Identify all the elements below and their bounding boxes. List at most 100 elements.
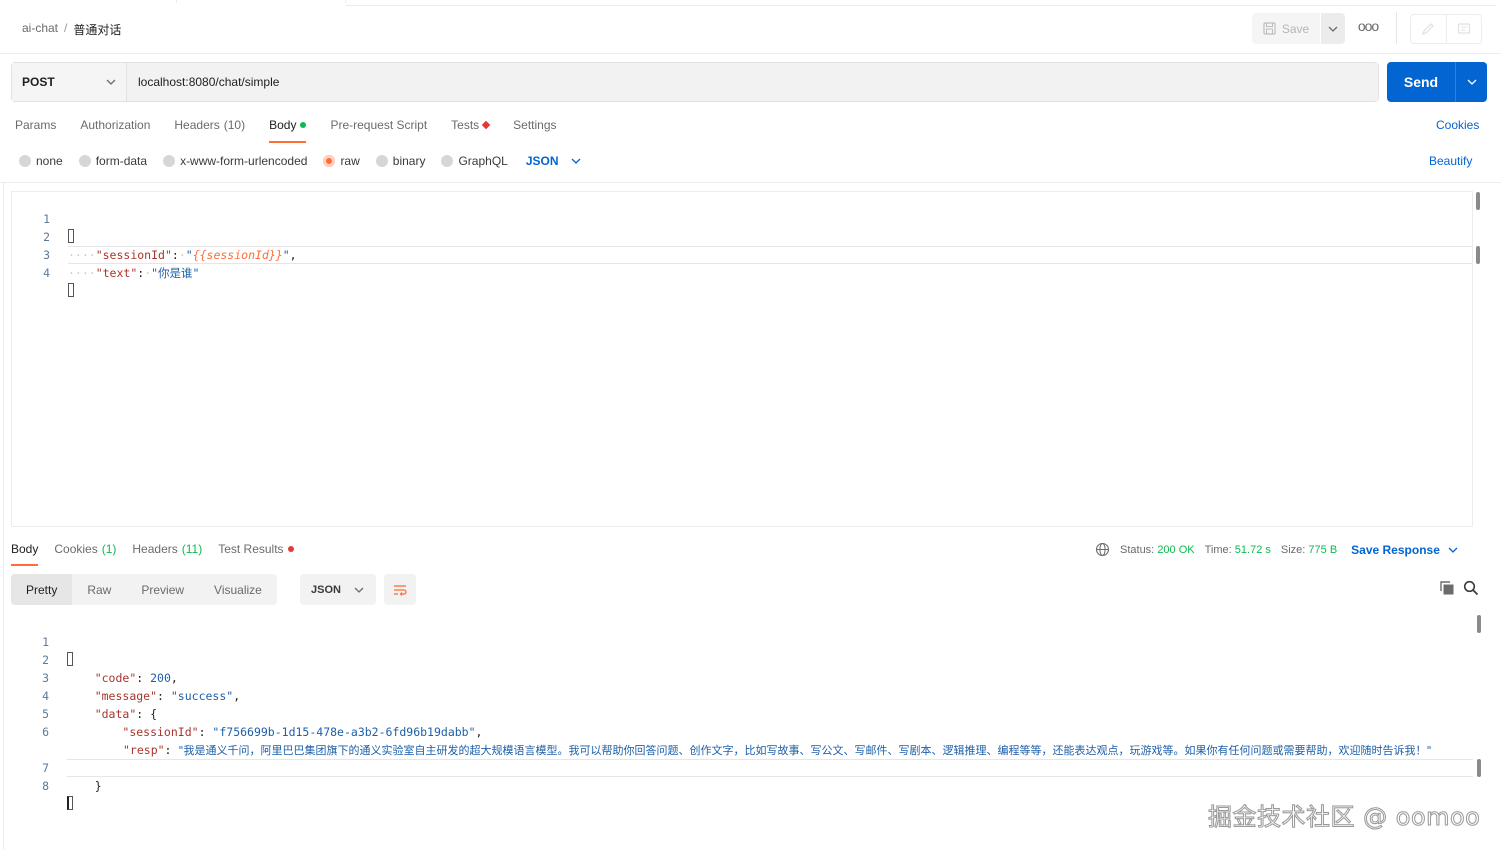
- response-scrollbar[interactable]: [1477, 615, 1481, 633]
- url-bar: POST: [11, 62, 1379, 102]
- chevron-down-icon: [1448, 547, 1458, 553]
- raw-language-select[interactable]: JSON: [526, 154, 581, 168]
- comments-toggle[interactable]: [1447, 15, 1482, 43]
- tab-count: (11): [181, 542, 203, 556]
- tab-pre-request-script[interactable]: Pre-request Script: [330, 118, 427, 144]
- radio-binary[interactable]: binary: [375, 154, 425, 168]
- request-body-editor[interactable]: 1 2 ····"sessionId":·"{{sessionId}}", 3 …: [11, 191, 1480, 527]
- json-key: "text": [95, 266, 138, 280]
- tab-label: Tests: [451, 118, 480, 132]
- radio-raw[interactable]: raw: [323, 154, 360, 168]
- size-readout[interactable]: Size: 775 B: [1281, 544, 1337, 556]
- tab-count: (10): [223, 118, 246, 132]
- save-options-button[interactable]: [1321, 13, 1345, 44]
- response-tab-headers[interactable]: Headers (11): [132, 542, 202, 566]
- breadcrumb-collection[interactable]: ai-chat: [22, 21, 58, 38]
- code-line: 2 ····"sessionId":·"{{sessionId}}",: [12, 210, 1472, 262]
- view-preview[interactable]: Preview: [126, 574, 199, 605]
- code-line: 6 "resp": "我是通义千问，阿里巴巴集团旗下的通义实验室自主研发的超大规…: [11, 705, 1473, 757]
- editor-scrollbar-marker: [1476, 246, 1480, 264]
- tab-label: Body: [11, 542, 39, 556]
- response-tab-body[interactable]: Body: [11, 542, 39, 566]
- tab-label: Body: [269, 118, 297, 132]
- time-readout[interactable]: Time: 51.72 s: [1205, 544, 1271, 556]
- view-raw[interactable]: Raw: [72, 574, 126, 605]
- save-label: Save: [1281, 21, 1310, 36]
- request-tabs: Params Authorization Headers (10) Body Pr…: [15, 118, 557, 144]
- code-line: 1: [12, 192, 1472, 243]
- more-actions-button[interactable]: ooo: [1356, 18, 1380, 38]
- wrap-lines-button[interactable]: [384, 574, 416, 605]
- tab-params[interactable]: Params: [15, 118, 56, 144]
- send-button[interactable]: Send: [1387, 62, 1455, 102]
- save-button[interactable]: Save: [1252, 13, 1320, 44]
- bracket-match: [68, 283, 74, 297]
- response-tab-test-results[interactable]: Test Results: [218, 542, 294, 566]
- body-type-selector: none form-data x-www-form-urlencoded raw…: [19, 154, 581, 168]
- tab-label: Test Results: [218, 542, 284, 556]
- url-input[interactable]: [127, 63, 1378, 101]
- send-options-button[interactable]: [1455, 62, 1487, 102]
- size-label: Size:: [1280, 543, 1306, 556]
- response-tab-cookies[interactable]: Cookies (1): [54, 542, 116, 566]
- documentation-toggle[interactable]: [1411, 15, 1447, 43]
- header-divider: [1396, 12, 1397, 44]
- response-format-select[interactable]: JSON: [300, 574, 376, 605]
- search-icon[interactable]: [1463, 580, 1479, 599]
- active-tab-outline: [176, 0, 346, 3]
- method-select[interactable]: POST: [12, 63, 127, 101]
- radio-graphql[interactable]: GraphQL: [441, 154, 508, 168]
- section-divider: [0, 182, 1501, 183]
- comment-icon: [1457, 23, 1470, 34]
- bracket-match: [67, 796, 73, 810]
- save-response-button[interactable]: Save Response: [1351, 543, 1458, 557]
- globe-icon[interactable]: [1095, 542, 1110, 557]
- tab-tests[interactable]: Tests: [451, 118, 491, 144]
- radio-circle: [19, 155, 31, 167]
- beautify-link[interactable]: Beautify: [1429, 154, 1472, 168]
- editor-scrollbar[interactable]: [1476, 192, 1480, 210]
- view-visualize[interactable]: Visualize: [199, 574, 277, 605]
- chevron-down-icon: [571, 158, 580, 164]
- radio-urlencoded[interactable]: x-www-form-urlencoded: [163, 154, 307, 168]
- code-line: 5 "sessionId": "f756699b-1d15-478e-a3b2-…: [11, 687, 1473, 739]
- chevron-down-icon: [106, 79, 116, 85]
- chevron-down-icon: [1467, 79, 1476, 85]
- radio-form-data[interactable]: form-data: [78, 154, 147, 168]
- tab-headers[interactable]: Headers (10): [174, 118, 245, 144]
- radio-circle: [441, 155, 454, 167]
- code-text: ····"text":·"你是谁": [68, 266, 200, 280]
- code-line: 3 ····"text":·"你是谁": [12, 228, 1472, 280]
- radio-label: none: [36, 154, 63, 168]
- tab-count: (1): [101, 542, 117, 556]
- line-number: 6: [42, 725, 49, 739]
- left-border: [3, 182, 4, 850]
- tab-authorization[interactable]: Authorization: [80, 118, 150, 144]
- view-pretty[interactable]: Pretty: [11, 574, 73, 605]
- response-format-label: JSON: [311, 583, 341, 596]
- wrap-lines-icon: [394, 584, 407, 596]
- radio-circle: [375, 155, 388, 167]
- response-view-tabs: Pretty Raw Preview Visualize: [11, 574, 277, 605]
- chevron-down-icon: [1328, 26, 1338, 32]
- radio-circle-selected: [323, 155, 336, 167]
- radio-label: raw: [340, 154, 360, 168]
- code-line: 1: [11, 615, 1473, 666]
- radio-label: x-www-form-urlencoded: [180, 154, 308, 168]
- json-string: "你是谁": [151, 266, 200, 280]
- test-results-indicator: [287, 546, 294, 552]
- cookies-link[interactable]: Cookies: [1436, 118, 1479, 132]
- tab-settings[interactable]: Settings: [513, 118, 556, 144]
- tab-label: Pre-request Script: [330, 118, 428, 132]
- radio-none[interactable]: none: [19, 154, 63, 168]
- breadcrumb-request-name[interactable]: 普通对话: [73, 21, 121, 38]
- tab-body[interactable]: Body: [269, 118, 307, 144]
- copy-icon[interactable]: [1439, 580, 1455, 599]
- save-group: Save: [1252, 13, 1345, 44]
- code-text: [67, 795, 73, 813]
- tab-strip-line: [346, 5, 1496, 6]
- response-body-viewer[interactable]: 1 2 "code": 200, 3 "message": "success",…: [11, 615, 1481, 810]
- code-line: 4 "data": {: [11, 669, 1473, 721]
- status-readout[interactable]: Status: 200 OK: [1120, 544, 1195, 556]
- code-text: [68, 282, 74, 300]
